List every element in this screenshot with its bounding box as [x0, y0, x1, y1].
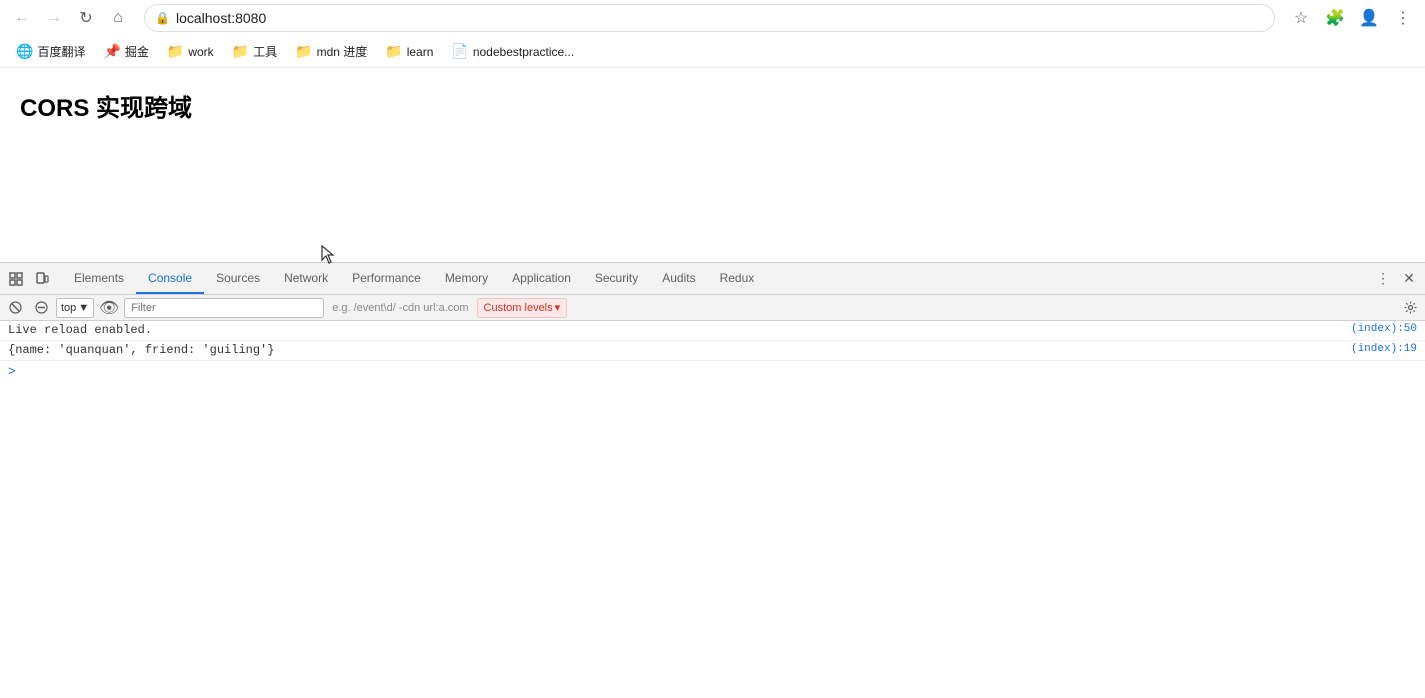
- console-toolbar: top ▼ 👁 e.g. /event\d/ -cdn url:a.com Cu…: [0, 295, 1425, 321]
- context-text: top: [61, 302, 76, 314]
- tab-performance[interactable]: Performance: [340, 263, 433, 294]
- stop-recording-button[interactable]: [30, 297, 52, 319]
- filter-hint-inline: e.g. /event\d/ -cdn url:a.com: [328, 302, 472, 314]
- devtools-more-button[interactable]: ⋮: [1371, 267, 1395, 291]
- console-line-content: Live reload enabled.: [8, 323, 1351, 337]
- tab-sources[interactable]: Sources: [204, 263, 272, 294]
- tab-memory[interactable]: Memory: [433, 263, 500, 294]
- bookmark-work[interactable]: 📁 work: [159, 39, 222, 64]
- bookmark-icon: 📌: [103, 43, 120, 60]
- lock-icon: 🔒: [155, 11, 170, 25]
- browser-chrome: ← → ↻ ⌂ 🔒 localhost:8080 ☆ 🧩 👤 ⋮ 🌐 百度翻译 …: [0, 0, 1425, 480]
- home-button[interactable]: ⌂: [104, 4, 132, 32]
- devtools-close-button[interactable]: ✕: [1397, 267, 1421, 291]
- bookmark-mdn[interactable]: 📁 mdn 进度: [287, 39, 375, 64]
- bookmark-label: 百度翻译: [37, 43, 85, 60]
- tab-elements[interactable]: Elements: [62, 263, 136, 294]
- bookmark-label: nodebestpractice...: [473, 45, 574, 59]
- tab-redux[interactable]: Redux: [708, 263, 767, 294]
- tab-audits[interactable]: Audits: [650, 263, 707, 294]
- bookmark-icon: 📁: [385, 43, 402, 60]
- bookmark-icon: 📄: [451, 43, 468, 60]
- prompt-arrow-icon: >: [8, 364, 16, 379]
- url-text: localhost:8080: [176, 10, 1264, 26]
- console-settings-button[interactable]: [1399, 297, 1421, 319]
- bookmark-icon: 📁: [295, 43, 312, 60]
- devtools-header: Elements Console Sources Network Perform…: [0, 263, 1425, 295]
- user-button[interactable]: 👤: [1355, 4, 1383, 32]
- filter-input[interactable]: [124, 298, 324, 318]
- console-prompt: >: [0, 361, 1425, 381]
- devtools-right-controls: ⋮ ✕: [1371, 267, 1421, 291]
- console-line: {name: 'quanquan', friend: 'guiling'} (i…: [0, 341, 1425, 361]
- bookmark-baidu-translate[interactable]: 🌐 百度翻译: [8, 39, 93, 64]
- console-line-source[interactable]: (index):19: [1351, 343, 1417, 355]
- titlebar: ← → ↻ ⌂ 🔒 localhost:8080 ☆ 🧩 👤 ⋮: [0, 0, 1425, 36]
- console-line: Live reload enabled. (index):50: [0, 321, 1425, 341]
- bookmark-label: learn: [407, 45, 434, 59]
- eye-button[interactable]: 👁: [98, 297, 120, 319]
- tab-console[interactable]: Console: [136, 263, 204, 294]
- custom-levels-button[interactable]: Custom levels ▾: [477, 298, 568, 318]
- address-bar[interactable]: 🔒 localhost:8080: [144, 4, 1275, 32]
- bookmark-icon: 🌐: [16, 43, 33, 60]
- browser-actions: ☆ 🧩 👤 ⋮: [1287, 4, 1417, 32]
- tab-network[interactable]: Network: [272, 263, 340, 294]
- extensions-button[interactable]: 🧩: [1321, 4, 1349, 32]
- bookmark-label: work: [188, 45, 213, 59]
- star-button[interactable]: ☆: [1287, 4, 1315, 32]
- clear-console-button[interactable]: [4, 297, 26, 319]
- bookmark-icon: 📁: [232, 43, 249, 60]
- context-selector[interactable]: top ▼: [56, 298, 94, 318]
- devtools-tabs: Elements Console Sources Network Perform…: [62, 263, 1371, 294]
- console-output: Live reload enabled. (index):50 {name: '…: [0, 321, 1425, 480]
- tab-application[interactable]: Application: [500, 263, 583, 294]
- devtools-panel: Elements Console Sources Network Perform…: [0, 262, 1425, 480]
- device-toolbar-button[interactable]: [30, 267, 54, 291]
- tab-security[interactable]: Security: [583, 263, 650, 294]
- devtools-left-controls: [4, 267, 62, 291]
- prompt-input-area[interactable]: [22, 364, 29, 378]
- custom-levels-label: Custom levels: [484, 302, 553, 314]
- bookmarks-bar: 🌐 百度翻译 📌 掘金 📁 work 📁 工具 📁 mdn 进度 📁 learn…: [0, 36, 1425, 68]
- custom-levels-arrow-icon: ▾: [555, 301, 561, 314]
- bookmark-tools[interactable]: 📁 工具: [224, 39, 285, 64]
- console-line-source[interactable]: (index):50: [1351, 323, 1417, 335]
- bookmark-nodebestpractice[interactable]: 📄 nodebestpractice...: [443, 39, 582, 64]
- dropdown-arrow-icon: ▼: [78, 302, 89, 314]
- inspect-element-button[interactable]: [4, 267, 28, 291]
- bookmark-learn[interactable]: 📁 learn: [377, 39, 441, 64]
- bookmark-label: 工具: [253, 43, 277, 60]
- bookmark-juejin[interactable]: 📌 掘金: [95, 39, 156, 64]
- console-line-content: {name: 'quanquan', friend: 'guiling'}: [8, 343, 1351, 357]
- bookmark-label: 掘金: [125, 43, 149, 60]
- bookmark-icon: 📁: [167, 43, 184, 60]
- forward-button[interactable]: →: [40, 4, 68, 32]
- bookmark-label: mdn 进度: [317, 43, 368, 60]
- page-title: CORS 实现跨域: [20, 88, 1405, 123]
- more-button[interactable]: ⋮: [1389, 4, 1417, 32]
- back-button[interactable]: ←: [8, 4, 36, 32]
- refresh-button[interactable]: ↻: [72, 4, 100, 32]
